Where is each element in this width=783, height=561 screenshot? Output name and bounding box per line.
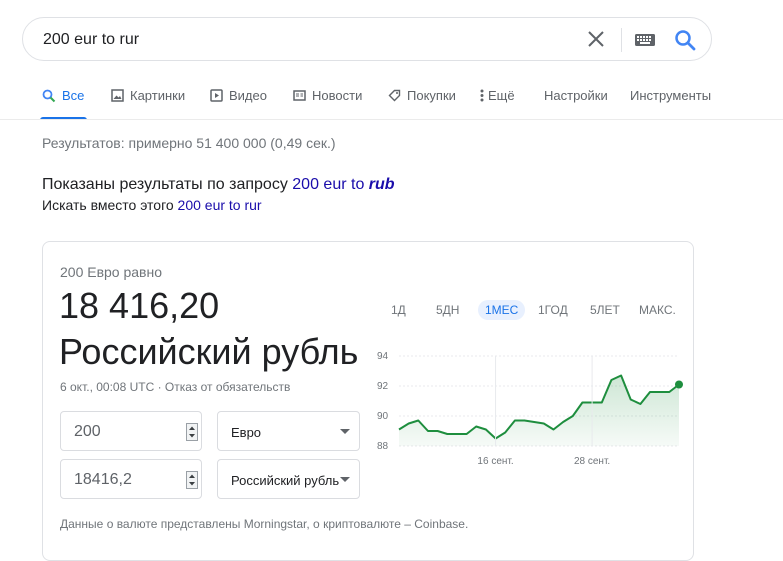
search-icon[interactable] <box>673 28 697 52</box>
range-5d[interactable]: 5ДН <box>436 303 459 317</box>
dropdown-arrow-icon <box>340 429 350 434</box>
x-tick-label: 16 сент. <box>477 456 513 467</box>
result-currency: Российский рубль <box>59 331 359 372</box>
search-input[interactable]: 200 eur to rur <box>43 31 139 49</box>
spell-shown-prefix: Показаны результаты по запросу <box>42 176 293 193</box>
y-tick-label: 88 <box>377 441 389 452</box>
from-amount-value[interactable]: 200 <box>74 423 101 441</box>
search-instead: Искать вместо этого 200 eur to rur <box>42 197 262 213</box>
search-box[interactable]: 200 eur to rur <box>22 17 712 61</box>
tab-all[interactable]: Все <box>42 88 84 103</box>
range-5y[interactable]: 5ЛЕТ <box>590 303 620 317</box>
y-tick-label: 94 <box>377 351 389 362</box>
result-amount: 18 416,20 <box>59 285 220 326</box>
tab-label: Новости <box>312 88 363 103</box>
corrected-query-emph: rub <box>368 176 395 193</box>
clear-icon[interactable] <box>586 29 606 49</box>
search-icon <box>42 89 56 102</box>
range-1y[interactable]: 1ГОД <box>538 303 568 317</box>
tab-images[interactable]: Картинки <box>111 88 185 103</box>
from-currency-select[interactable]: Евро <box>217 411 360 451</box>
from-amount-field[interactable]: 200 <box>60 411 202 451</box>
to-currency-select[interactable]: Российский рубль <box>217 459 360 499</box>
tab-label: Ещё <box>488 88 515 103</box>
dropdown-arrow-icon <box>340 477 350 482</box>
from-currency-value: Евро <box>231 425 262 440</box>
result-stats: Результатов: примерно 51 400 000 (0,49 с… <box>42 135 336 151</box>
tab-label: Картинки <box>130 88 186 103</box>
data-source-note: Данные о валюте представлены Morningstar… <box>60 517 469 531</box>
tag-icon <box>388 89 401 102</box>
more-vert-icon <box>480 89 484 102</box>
keyboard-icon[interactable] <box>634 32 656 48</box>
equal-label: 200 Евро равно <box>60 264 163 280</box>
tab-label: Настройки <box>544 88 608 103</box>
to-currency-value: Российский рубль <box>231 473 340 488</box>
tab-label: Инструменты <box>630 88 712 103</box>
corrected-query-link[interactable]: 200 eur to rub <box>292 176 394 193</box>
tab-video[interactable]: Видео <box>210 88 267 103</box>
range-1d[interactable]: 1Д <box>391 303 406 317</box>
search-instead-prefix: Искать вместо этого <box>42 197 178 213</box>
video-icon <box>210 89 223 102</box>
tab-tools[interactable]: Инструменты <box>630 88 711 103</box>
range-max[interactable]: МАКС. <box>639 303 676 317</box>
tab-label: Все <box>62 88 85 103</box>
tab-shopping[interactable]: Покупки <box>388 88 456 103</box>
tab-label: Покупки <box>407 88 456 103</box>
search-divider <box>621 28 622 52</box>
to-amount-value[interactable]: 18416,2 <box>74 471 132 489</box>
to-amount-field[interactable]: 18416,2 <box>60 459 202 499</box>
spinner-icon[interactable] <box>186 471 198 489</box>
timestamp-disclaimer: 6 окт., 00:08 UTC · Отказ от обязательст… <box>60 380 291 394</box>
time-range-selector: 1Д 5ДН 1МЕС 1ГОД 5ЛЕТ МАКС. <box>388 298 688 322</box>
spinner-icon[interactable] <box>186 423 198 441</box>
original-query-link[interactable]: 200 eur to rur <box>178 197 262 213</box>
y-tick-label: 90 <box>377 411 389 422</box>
exchange-rate-chart[interactable]: 94 92 90 88 16 сент. 28 сент. <box>373 342 693 472</box>
tab-more[interactable]: Ещё <box>480 88 515 103</box>
search-tabs: Все Картинки Видео Новости Покупки Ещё Н… <box>0 86 783 120</box>
tab-settings[interactable]: Настройки <box>544 88 608 103</box>
image-icon <box>111 89 124 102</box>
range-1m[interactable]: 1МЕС <box>478 300 526 320</box>
x-tick-label: 28 сент. <box>574 456 610 467</box>
news-icon <box>293 90 306 101</box>
corrected-query-plain: 200 eur to <box>292 176 369 193</box>
current-point <box>675 380 683 389</box>
currency-converter-card: 200 Евро равно 18 416,20 Российский рубл… <box>42 241 694 561</box>
spell-correction: Показаны результаты по запросу 200 eur t… <box>42 176 395 194</box>
tabs-divider <box>0 119 783 120</box>
tab-label: Видео <box>229 88 267 103</box>
tab-news[interactable]: Новости <box>293 88 362 103</box>
y-tick-label: 92 <box>377 381 389 392</box>
